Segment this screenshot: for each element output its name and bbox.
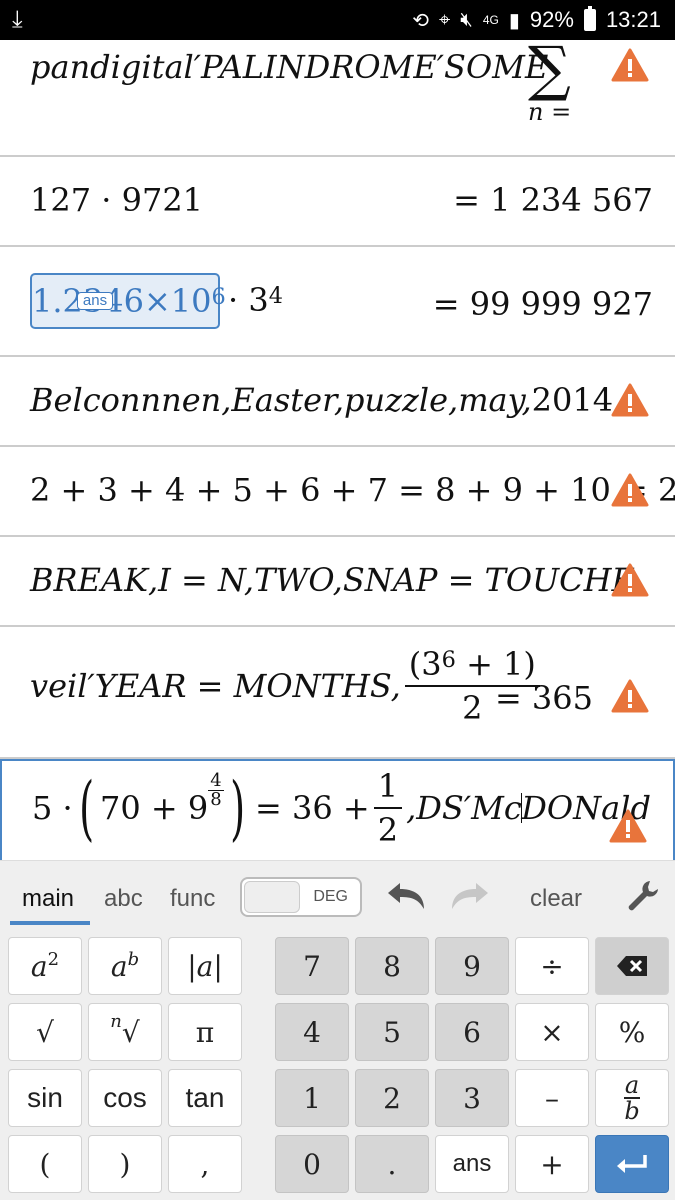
warning-icon[interactable] [611,383,649,417]
tab-func[interactable]: func [170,885,215,913]
ans-token[interactable]: 1.2346×106 [30,273,226,329]
keypad-tabs: main abc func DEG clear [0,861,675,927]
key-power[interactable]: ab [88,937,162,995]
expression-result: = 365 [494,679,593,717]
mute-icon: 🔇︎ [460,8,473,31]
expression-text: Belconnnen,Easter,puzzle,may,2014 [30,381,614,419]
key-4[interactable]: 4 [275,1003,349,1061]
warning-icon[interactable] [611,563,649,597]
tab-abc[interactable]: abc [104,885,143,913]
key-pi[interactable]: π [168,1003,242,1061]
expression-row[interactable]: veil′YEAR = MONTHS, (36 + 1) 2 = 365 [0,627,675,759]
expression-text: veil′YEAR = MONTHS, (36 + 1) 2 [30,645,544,727]
key-dot[interactable]: . [355,1135,429,1193]
expression-result: = 1 234 567 [453,181,653,219]
active-tab-indicator [10,921,90,925]
key-percent[interactable]: % [595,1003,669,1061]
undo-icon[interactable] [384,879,428,913]
network-type: 4G [482,13,499,27]
battery-percent: 92% [529,7,574,32]
expression-row[interactable]: BREAK,I = N,TWO,SNAP = TOUCHE [0,537,675,627]
toggle-knob [244,881,300,913]
key-3[interactable]: 3 [435,1069,509,1127]
key-fraction[interactable]: ab [595,1069,669,1127]
expression-row[interactable]: 127 · 9721 = 1 234 567 [0,157,675,247]
clear-button[interactable]: clear [530,885,582,913]
expression-row[interactable]: 1.2346×106 ans · 34 = 99 999 927 [0,247,675,357]
tab-main[interactable]: main [22,885,74,913]
keypad: main abc func DEG clear a2 ab |a| 7 8 9 … [0,860,675,1200]
exponent-fraction: 4 8 [208,769,224,810]
warning-icon[interactable] [609,809,647,843]
sum-subscript: n = [528,98,572,126]
key-right-paren[interactable]: ) [88,1135,162,1193]
status-bar: ⤓ ⟲ ⌖ 🔇︎ 4G ▮ 92% 13:21 [0,0,675,40]
key-5[interactable]: 5 [355,1003,429,1061]
key-0[interactable]: 0 [275,1135,349,1193]
warning-icon[interactable] [611,679,649,713]
key-nthroot[interactable]: n √ [88,1003,162,1061]
redo-icon[interactable] [448,879,492,913]
expression-text: 2 + 3 + 4 + 5 + 6 + 7 = 8 + 9 + 10 = 27. [30,471,675,509]
key-6[interactable]: 6 [435,1003,509,1061]
key-1[interactable]: 1 [275,1069,349,1127]
key-2[interactable]: 2 [355,1069,429,1127]
angle-mode-toggle[interactable]: DEG [240,877,362,917]
enter-button[interactable] [595,1135,669,1193]
key-cos[interactable]: cos [88,1069,162,1127]
key-sqrt[interactable]: √ [8,1003,82,1061]
wrench-icon[interactable] [626,879,660,913]
signal-icon: ▮ [508,9,520,32]
expression-input[interactable]: 5 · ( 70 + 9 4 8 ) = 36 + 1 2 ,DS′Mc DONa… [32,767,651,849]
key-8[interactable]: 8 [355,937,429,995]
expression-multiplier: · 34 [228,281,283,319]
expression-text: pandigital′PALINDROME′SOME [30,48,549,86]
key-abs[interactable]: |a| [168,937,242,995]
fraction: 1 2 [373,767,403,849]
expression-text: BREAK,I = N,TWO,SNAP = TOUCHE [30,561,635,599]
key-divide[interactable]: ÷ [515,937,589,995]
warning-icon[interactable] [611,48,649,82]
backspace-icon [617,956,647,976]
key-9[interactable]: 9 [435,937,509,995]
key-minus[interactable]: – [515,1069,589,1127]
active-expression-row[interactable]: 5 · ( 70 + 9 4 8 ) = 36 + 1 2 ,DS′Mc DONa… [0,759,675,860]
ans-label: ans [77,292,113,310]
expression-row[interactable]: Belconnnen,Easter,puzzle,may,2014 [0,357,675,447]
key-tan[interactable]: tan [168,1069,242,1127]
expression-row[interactable]: pandigital′PALINDROME′SOME ∑ n = [0,40,675,157]
angle-mode-label: DEG [313,888,348,905]
data-saver-icon: ⟲ [412,9,429,32]
key-comma[interactable]: , [168,1135,242,1193]
status-icons: ⟲ ⌖ 🔇︎ 4G ▮ 92% 13:21 [412,0,661,40]
location-icon: ⌖ [438,8,451,31]
battery-icon [583,6,596,31]
clock: 13:21 [605,7,661,32]
expression-result: = 99 999 927 [432,285,653,323]
key-square[interactable]: a2 [8,937,82,995]
download-icon: ⤓ [12,6,23,33]
key-times[interactable]: × [515,1003,589,1061]
key-left-paren[interactable]: ( [8,1135,82,1193]
sum-symbol: ∑ [528,40,571,104]
expression-list[interactable]: pandigital′PALINDROME′SOME ∑ n = 127 · 9… [0,40,675,860]
expression-text: 127 · 9721 [30,181,204,219]
backspace-button[interactable] [595,937,669,995]
enter-icon [617,1155,647,1173]
key-sin[interactable]: sin [8,1069,82,1127]
expression-row[interactable]: 2 + 3 + 4 + 5 + 6 + 7 = 8 + 9 + 10 = 27. [0,447,675,537]
warning-icon[interactable] [611,473,649,507]
key-plus[interactable]: + [515,1135,589,1193]
key-ans[interactable]: ans [435,1135,509,1193]
key-7[interactable]: 7 [275,937,349,995]
